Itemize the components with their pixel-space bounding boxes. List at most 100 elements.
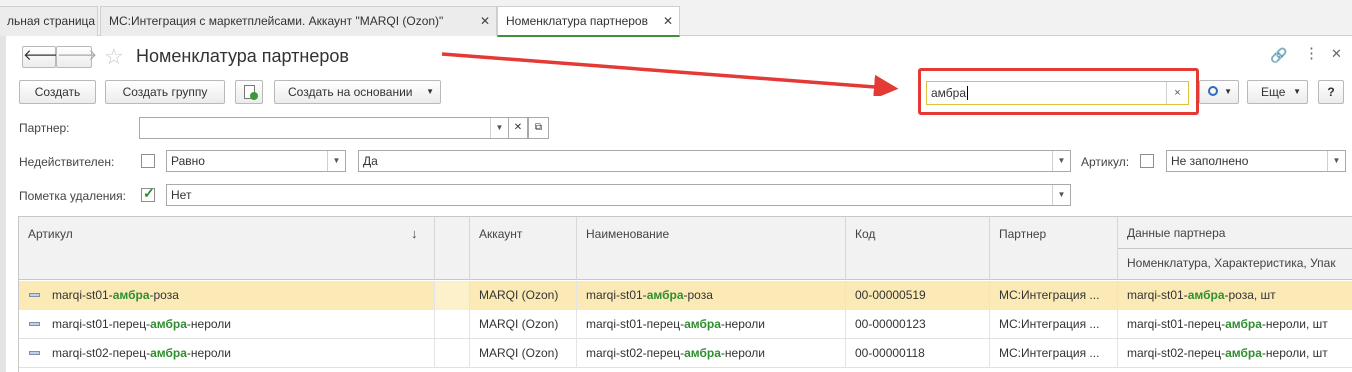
column-label: Аккаунт: [479, 227, 523, 241]
chevron-down-icon[interactable]: ▼: [327, 151, 345, 171]
table-cell-article: marqi-st01-перец-амбра-нероли: [19, 310, 435, 339]
page-title: Номенклатура партнеров: [136, 46, 349, 66]
column-header-partner[interactable]: Партнер: [990, 217, 1118, 280]
help-button[interactable]: ?: [1318, 80, 1344, 104]
arrow-right-icon: 🡒: [57, 47, 98, 64]
invalid-value-select[interactable]: Да ▼: [358, 150, 1071, 172]
cell-text: MARQI (Ozon): [479, 346, 559, 360]
checkmark-icon: ✓: [143, 185, 155, 201]
star-icon[interactable]: ☆: [104, 44, 124, 70]
cell-text: -нероли: [720, 346, 765, 360]
invalid-filter-label: Недействителен:: [19, 155, 115, 169]
table-row[interactable]: marqi-st01-перец-амбра-нероли MARQI (Ozon…: [19, 310, 1352, 339]
column-label: Наименование: [586, 227, 670, 241]
column-header-icon1[interactable]: [435, 217, 470, 280]
chevron-down-icon[interactable]: ▼: [1052, 185, 1070, 205]
table-cell-code: 00-00000118: [846, 339, 990, 368]
plus-badge-icon: [250, 92, 258, 100]
sort-down-icon: ↓: [411, 226, 418, 241]
cell-text: MARQI (Ozon): [479, 288, 559, 302]
search-match: амбра: [684, 346, 721, 360]
close-icon[interactable]: ✕: [480, 7, 490, 35]
cell-text: МС:Интеграция ...: [999, 288, 1100, 302]
create-group-button[interactable]: Создать группу: [105, 80, 225, 104]
article-filter-select[interactable]: Не заполнено ▼: [1166, 150, 1346, 172]
column-label: Артикул: [28, 227, 73, 241]
table-cell-account: MARQI (Ozon): [470, 339, 577, 368]
more-button[interactable]: Еще ▼: [1247, 80, 1308, 104]
table-cell-article: marqi-st02-перец-амбра-нероли: [19, 339, 435, 368]
cell-text: -нероли: [186, 346, 231, 360]
nomenclature-table: Артикул ↓ Аккаунт Наименование Код Партн…: [18, 216, 1352, 372]
cell-text: 00-00000123: [855, 317, 926, 331]
tab-partner-nomenclature[interactable]: Номенклатура партнеров ✕: [497, 6, 680, 37]
partner-filter-input[interactable]: ▼: [139, 117, 509, 139]
link-icon[interactable]: 🔗: [1270, 47, 1287, 64]
chevron-down-icon[interactable]: ▼: [490, 118, 508, 138]
search-options-button[interactable]: ▼: [1199, 80, 1239, 104]
column-label: Номенклатура, Характеристика, Упак: [1127, 256, 1336, 270]
cell-text: -роза, шт: [1224, 288, 1276, 302]
clear-icon[interactable]: ✕: [508, 117, 528, 139]
column-label: Код: [855, 227, 876, 241]
close-icon[interactable]: ✕: [663, 7, 673, 35]
column-header-account[interactable]: Аккаунт: [470, 217, 577, 280]
cell-text: marqi-st01-перец-: [52, 317, 151, 331]
search-match: амбра: [646, 288, 684, 302]
menu-icon[interactable]: ⋮: [1304, 44, 1319, 62]
invalid-condition-select[interactable]: Равно ▼: [166, 150, 346, 172]
tab-integration[interactable]: МС:Интеграция с маркетплейсами. Аккаунт …: [100, 6, 497, 36]
invalid-filter-checkbox[interactable]: [141, 154, 155, 168]
forward-button[interactable]: 🡒: [56, 46, 97, 68]
column-header-article[interactable]: Артикул ↓: [19, 217, 435, 280]
deleted-filter-checkbox[interactable]: ✓: [141, 185, 155, 202]
tab-label: льная страница: [7, 14, 96, 28]
table-row[interactable]: marqi-st02-перец-амбра-нероли MARQI (Ozon…: [19, 339, 1352, 368]
chevron-down-icon[interactable]: ▼: [1327, 151, 1345, 171]
table-row[interactable]: marqi-st01-амбра-роза MARQI (Ozon) marqi-s…: [19, 281, 1352, 310]
open-icon[interactable]: ⧉: [528, 117, 549, 139]
create-based-label: Создать на основании: [288, 85, 413, 99]
table-cell: [435, 310, 470, 339]
back-button[interactable]: 🡐: [22, 46, 63, 68]
deleted-value-select[interactable]: Нет ▼: [166, 184, 1071, 206]
cell-text: marqi-st01-перец-: [586, 317, 685, 331]
tab-bar: льная страница МС:Интеграция с маркетпле…: [0, 0, 1352, 37]
invalid-condition-value: Равно: [171, 154, 205, 168]
cell-text: marqi-st01-: [1127, 288, 1188, 302]
column-header-partner-data-sub[interactable]: Номенклатура, Характеристика, Упак: [1118, 249, 1352, 280]
chevron-down-icon: ▼: [1224, 87, 1232, 96]
table-cell-partner: МС:Интеграция ...: [990, 281, 1118, 310]
search-match: амбра: [1225, 317, 1262, 331]
cell-text: МС:Интеграция ...: [999, 346, 1100, 360]
table-cell-name: marqi-st01-амбра-роза: [577, 281, 846, 310]
article-filter-checkbox[interactable]: [1140, 154, 1154, 168]
search-match: амбра: [150, 346, 187, 360]
table-cell-article: marqi-st01-амбра-роза: [19, 281, 435, 310]
cell-text: -нероли, шт: [1261, 317, 1328, 331]
column-label: Партнер: [999, 227, 1047, 241]
create-based-button[interactable]: Создать на основании ▼: [274, 80, 441, 104]
table-cell-account: MARQI (Ozon): [470, 310, 577, 339]
cell-text: -нероли, шт: [1261, 346, 1328, 360]
copy-button[interactable]: [235, 80, 263, 104]
close-icon[interactable]: ✕: [1331, 46, 1342, 62]
tab-home[interactable]: льная страница: [0, 6, 98, 36]
search-match: амбра: [1225, 346, 1262, 360]
create-button[interactable]: Создать: [19, 80, 96, 104]
cell-text: marqi-st02-перец-: [1127, 346, 1226, 360]
search-match: амбра: [684, 317, 721, 331]
column-header-name[interactable]: Наименование: [577, 217, 846, 280]
chevron-down-icon[interactable]: ▼: [1052, 151, 1070, 171]
partner-filter-label: Партнер:: [19, 121, 70, 135]
cell-text: -роза: [683, 288, 713, 302]
column-label: Данные партнера: [1127, 226, 1226, 240]
table-cell: [435, 281, 470, 310]
column-header-partner-data[interactable]: Данные партнера: [1118, 217, 1352, 249]
table-cell-partner: МС:Интеграция ...: [990, 310, 1118, 339]
article-filter-label: Артикул:: [1081, 155, 1130, 169]
deleted-filter-label: Пометка удаления:: [19, 189, 126, 203]
tab-label: Номенклатура партнеров: [506, 14, 648, 28]
column-header-code[interactable]: Код: [846, 217, 990, 280]
cell-text: marqi-st02-перец-: [52, 346, 151, 360]
